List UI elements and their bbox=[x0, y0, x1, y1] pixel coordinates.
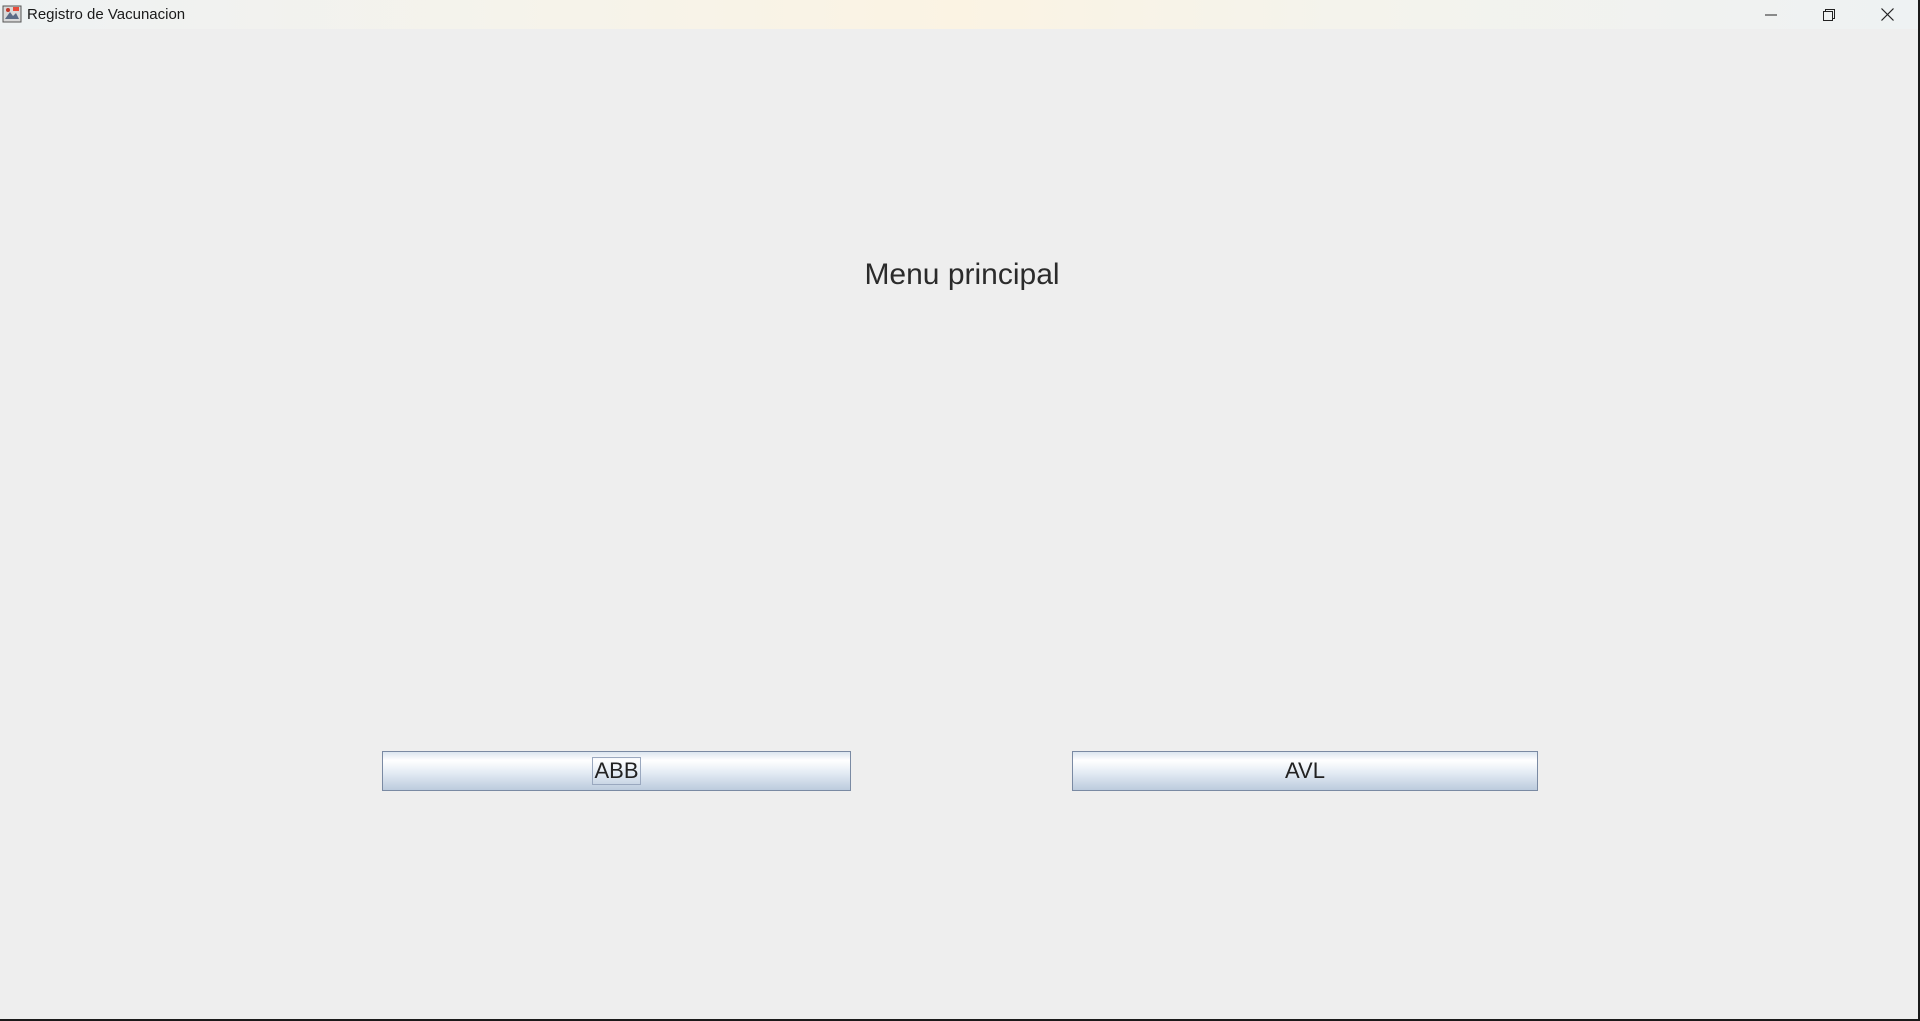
close-icon bbox=[1880, 8, 1894, 21]
app-window: Registro de Vacunacion Menu principal AB… bbox=[0, 0, 1920, 1021]
avl-button-label: AVL bbox=[1285, 758, 1325, 783]
abb-button[interactable]: ABB bbox=[382, 751, 851, 791]
page-title: Menu principal bbox=[864, 258, 1060, 291]
minimize-icon bbox=[1765, 9, 1777, 21]
window-title: Registro de Vacunacion bbox=[27, 6, 186, 23]
title-bar[interactable]: Registro de Vacunacion bbox=[0, 0, 1918, 29]
java-app-icon bbox=[2, 4, 22, 24]
restore-button[interactable] bbox=[1800, 0, 1858, 29]
avl-button[interactable]: AVL bbox=[1072, 751, 1538, 791]
restore-icon bbox=[1823, 8, 1835, 21]
close-button[interactable] bbox=[1858, 0, 1916, 29]
abb-button-label: ABB bbox=[592, 757, 641, 785]
minimize-button[interactable] bbox=[1742, 0, 1800, 29]
